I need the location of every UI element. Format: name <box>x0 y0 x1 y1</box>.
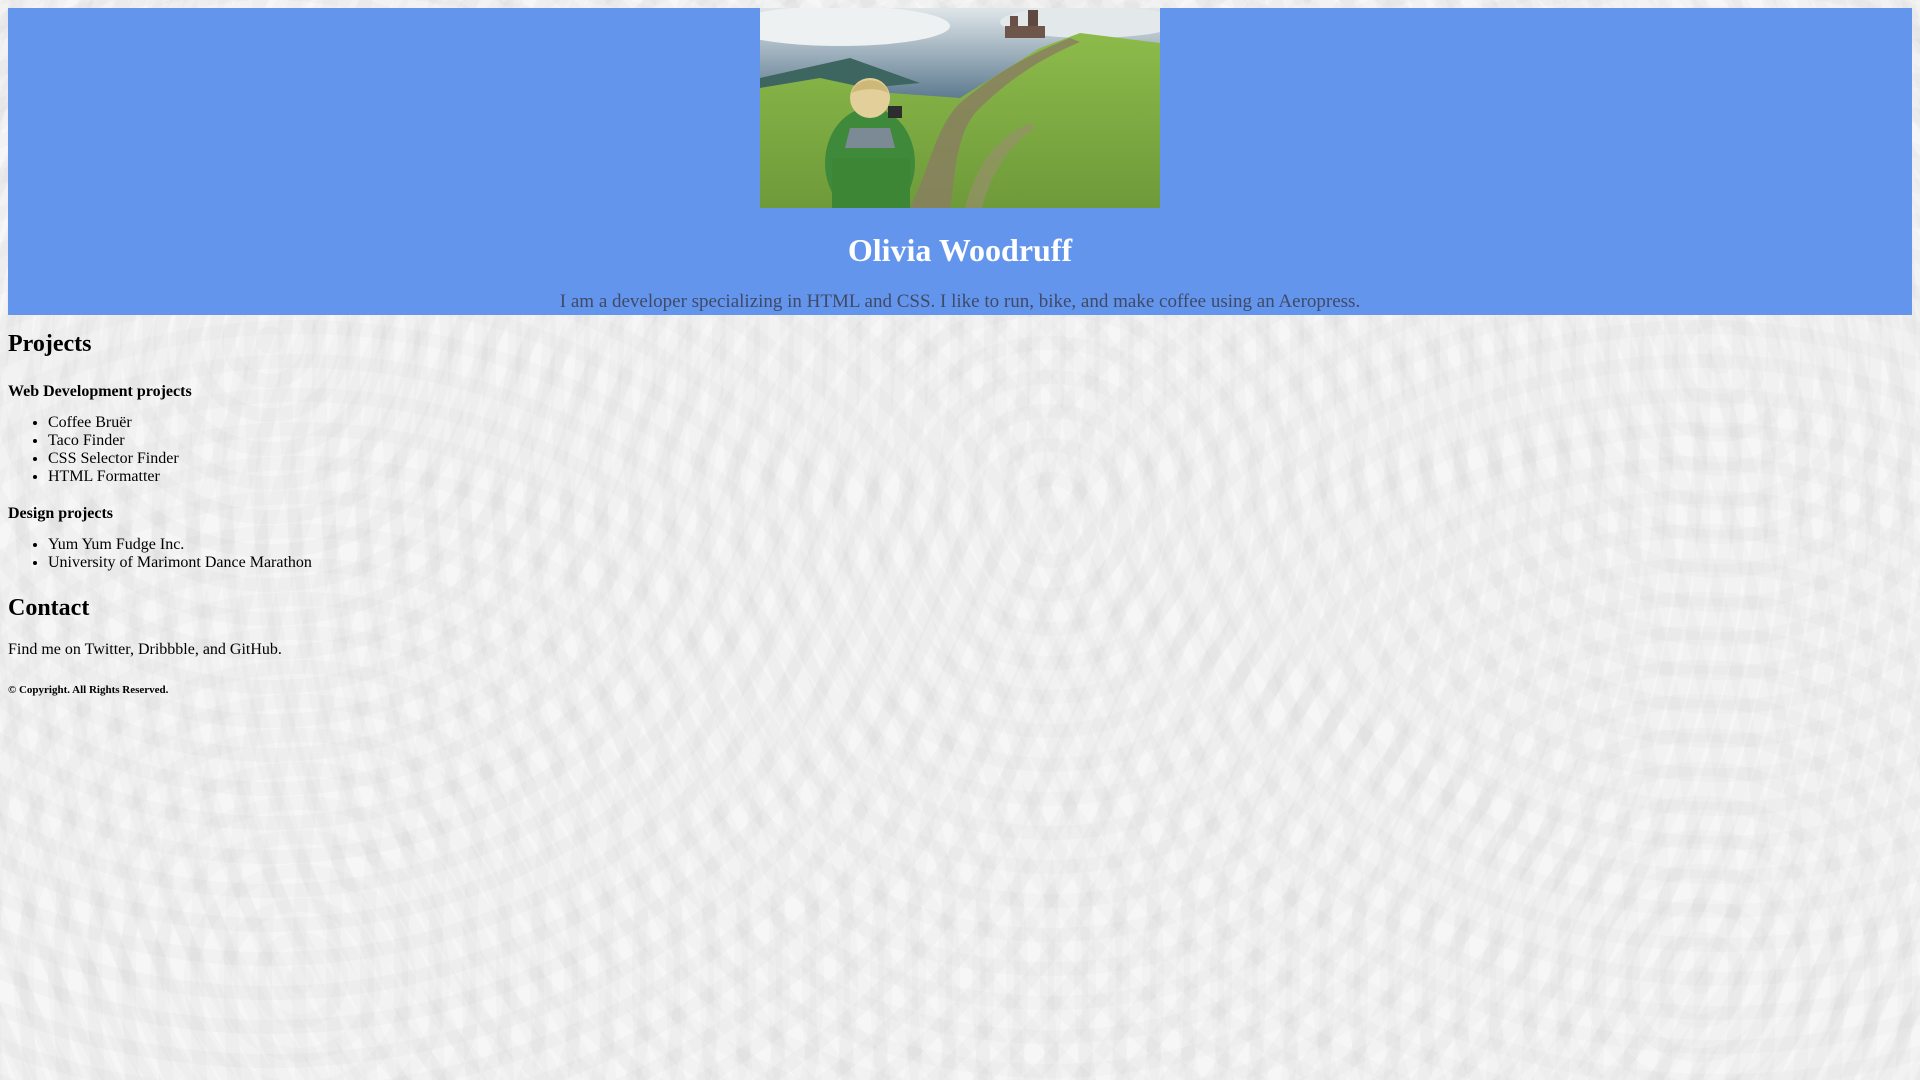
list-item: Taco Finder <box>48 432 648 450</box>
hero-header: Olivia Woodruff I am a developer special… <box>8 8 1912 315</box>
list-item: University of Marimont Dance Marathon <box>48 554 648 572</box>
web-projects-list: Coffee Bruër Taco Finder CSS Selector Fi… <box>8 414 648 486</box>
design-projects-heading: Design projects <box>8 505 114 522</box>
contact-text: Find me on Twitter, Dribbble, and GitHub… <box>8 641 282 658</box>
copyright-footer: © Copyright. All Rights Reserved. <box>8 684 169 696</box>
list-item: Coffee Bruër <box>48 414 648 432</box>
page-title: Olivia Woodruff <box>847 232 1073 268</box>
list-item: HTML Formatter <box>48 468 648 486</box>
tagline: I am a developer specializing in HTML an… <box>559 291 1361 312</box>
design-projects-list: Yum Yum Fudge Inc. University of Marimon… <box>8 536 648 572</box>
web-projects-heading: Web Development projects <box>8 383 192 400</box>
list-item: CSS Selector Finder <box>48 450 648 468</box>
page: Olivia Woodruff I am a developer special… <box>0 0 1920 1080</box>
projects-heading: Projects <box>8 331 92 357</box>
profile-photo <box>760 8 1160 208</box>
contact-heading: Contact <box>8 595 90 621</box>
list-item: Yum Yum Fudge Inc. <box>48 536 648 554</box>
